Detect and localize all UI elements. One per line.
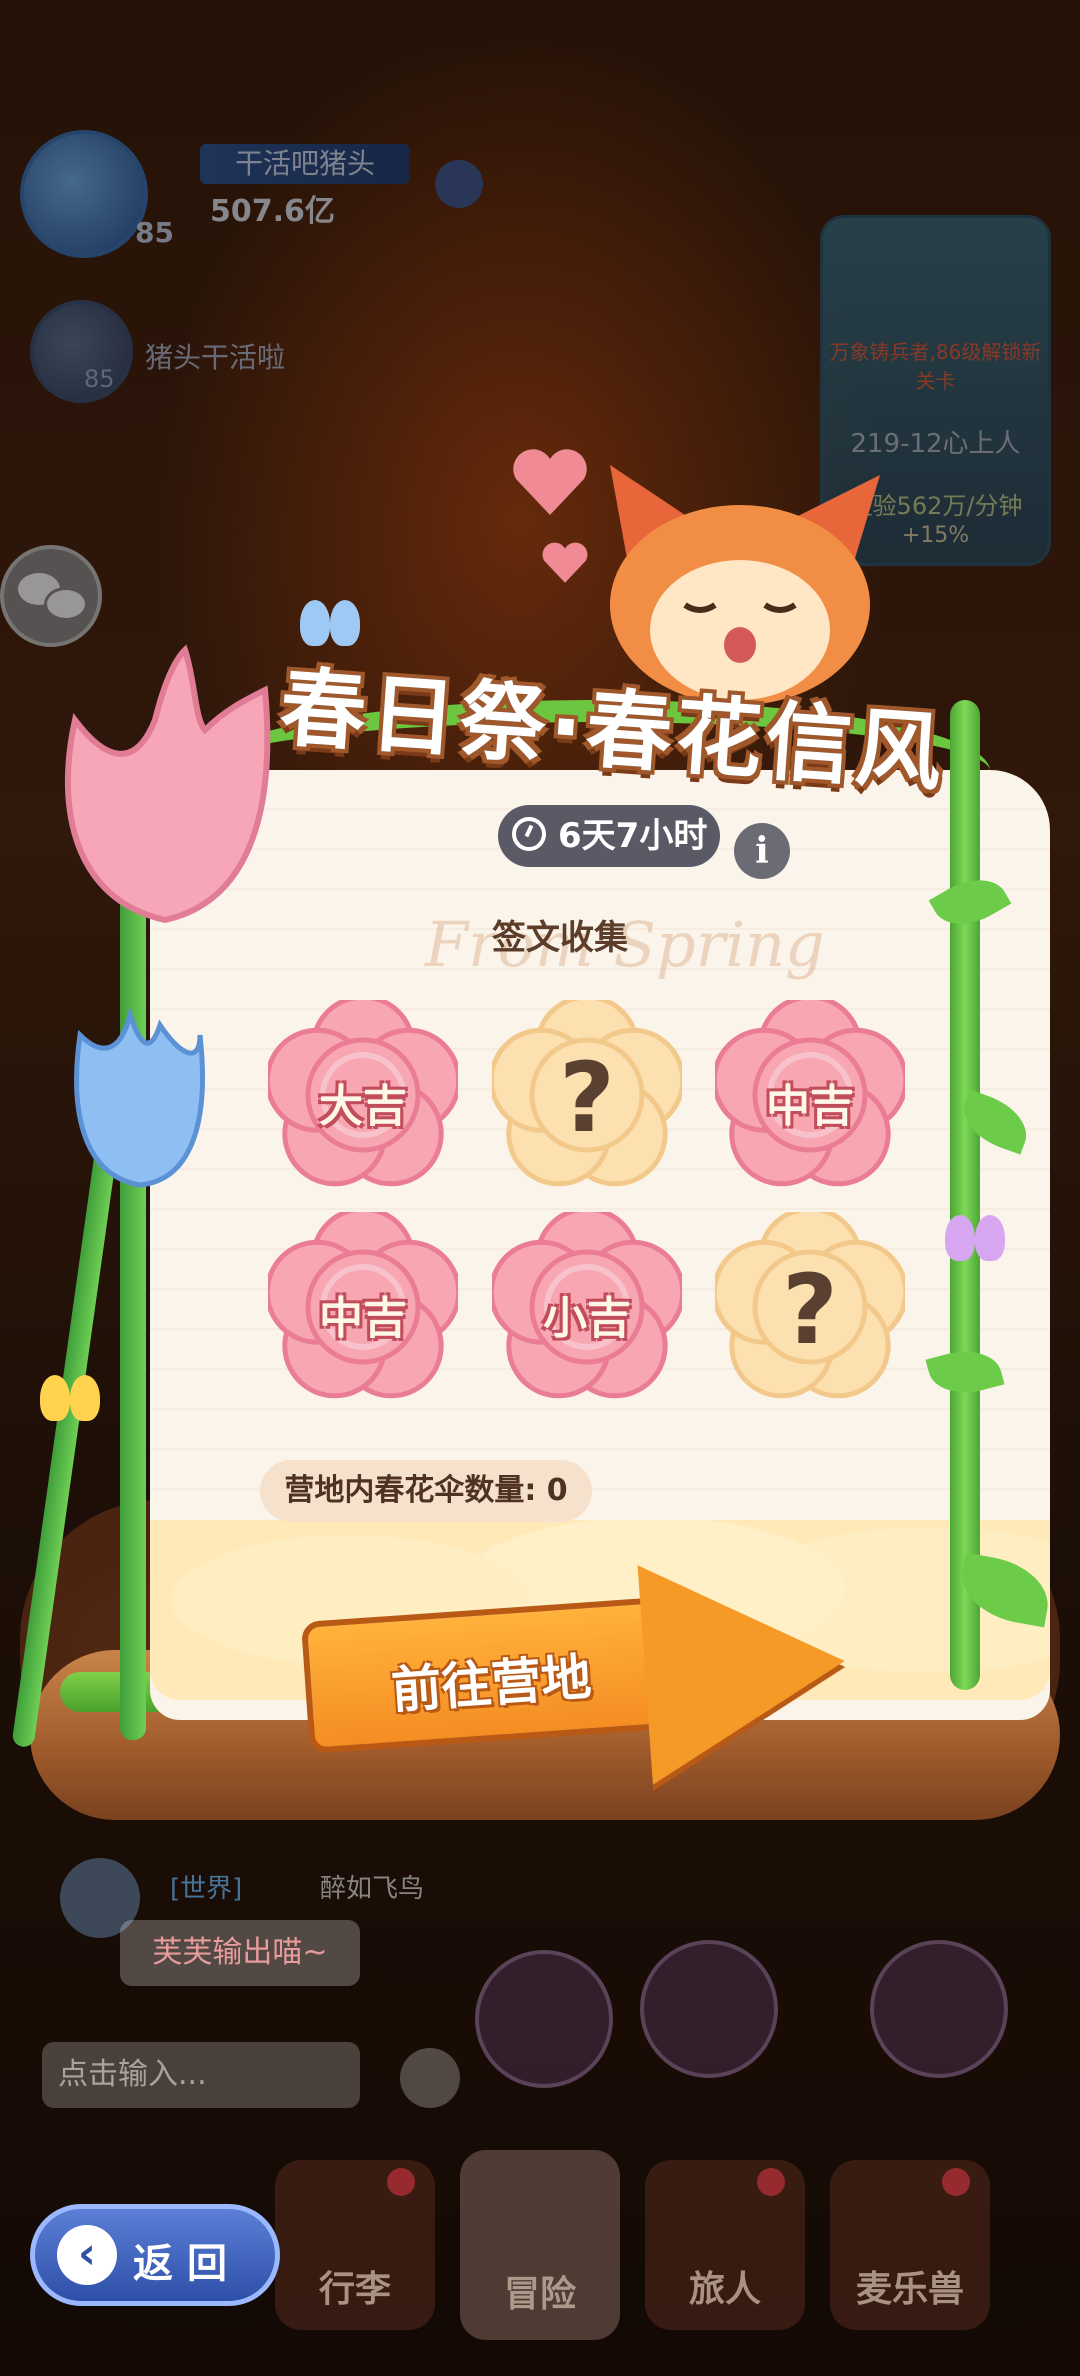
heart-icon	[510, 445, 590, 517]
tab-pets[interactable]: 麦乐兽	[830, 2160, 990, 2330]
event-title: 春日祭·春花信风	[270, 640, 990, 804]
timer-text: 6天7小时	[558, 816, 708, 856]
fortune-slip[interactable]: 中吉	[268, 1212, 458, 1402]
pink-tulip-icon	[55, 640, 275, 930]
event-title-text: 春日祭·春花信风	[276, 657, 949, 805]
tab-label: 麦乐兽	[855, 2269, 964, 2310]
fortune-unknown-label: ?	[782, 1254, 838, 1366]
fortune-locked[interactable]: ?	[492, 1000, 682, 1190]
fortune-label: 大吉	[319, 1081, 407, 1132]
skill-slot[interactable]	[640, 1940, 778, 2078]
tab-adventure[interactable]: 冒险	[460, 2150, 620, 2340]
fortune-unknown-label: ?	[559, 1042, 615, 1154]
chat-channel-tag: [世界]	[170, 1874, 243, 1904]
fortune-label: 中吉	[766, 1081, 854, 1132]
go-to-camp-label: 前往营地	[389, 1648, 594, 1720]
butterfly-icon	[40, 1375, 100, 1421]
cta-arrow-head-icon	[637, 1551, 853, 1785]
tab-luggage[interactable]: 行李	[275, 2160, 435, 2330]
notification-dot	[942, 2168, 970, 2196]
back-label: 返回	[133, 2241, 241, 2287]
notification-dot	[387, 2168, 415, 2196]
tab-label: 行李	[318, 2269, 391, 2310]
clock-icon	[512, 817, 546, 851]
event-timer: 6天7小时	[498, 805, 720, 867]
tab-travelers[interactable]: 旅人	[645, 2160, 805, 2330]
chat-message: 芙芙输出喵~	[120, 1920, 360, 1986]
back-button[interactable]: ‹ 返回	[30, 2204, 280, 2306]
umbrella-count: 营地内春花伞数量: 0	[260, 1460, 592, 1522]
back-arrow-icon: ‹	[57, 2225, 117, 2285]
vine-right	[950, 700, 980, 1690]
go-to-camp-button[interactable]: 前往营地	[300, 1551, 853, 1785]
heart-icon	[540, 540, 590, 584]
fortune-label: 小吉	[543, 1293, 631, 1344]
emoji-icon[interactable]	[400, 2048, 460, 2108]
fortune-slip[interactable]: 中吉	[715, 1000, 905, 1190]
blue-tulip-icon	[70, 995, 210, 1195]
butterfly-icon	[945, 1215, 1005, 1261]
info-button[interactable]: i	[734, 823, 790, 879]
tab-label: 旅人	[688, 2269, 761, 2310]
skill-slot[interactable]	[870, 1940, 1008, 2078]
fortune-locked[interactable]: ?	[715, 1212, 905, 1402]
fortune-slip[interactable]: 小吉	[492, 1212, 682, 1402]
notification-dot	[757, 2168, 785, 2196]
fortune-label: 中吉	[319, 1293, 407, 1344]
tab-label: 冒险	[503, 2274, 576, 2315]
fortune-slip[interactable]: 大吉	[268, 1000, 458, 1190]
chat-user: 醉如飞鸟	[320, 1874, 425, 1904]
chat-input[interactable]: 点击输入...	[42, 2042, 360, 2108]
skill-slot[interactable]	[475, 1950, 613, 2088]
